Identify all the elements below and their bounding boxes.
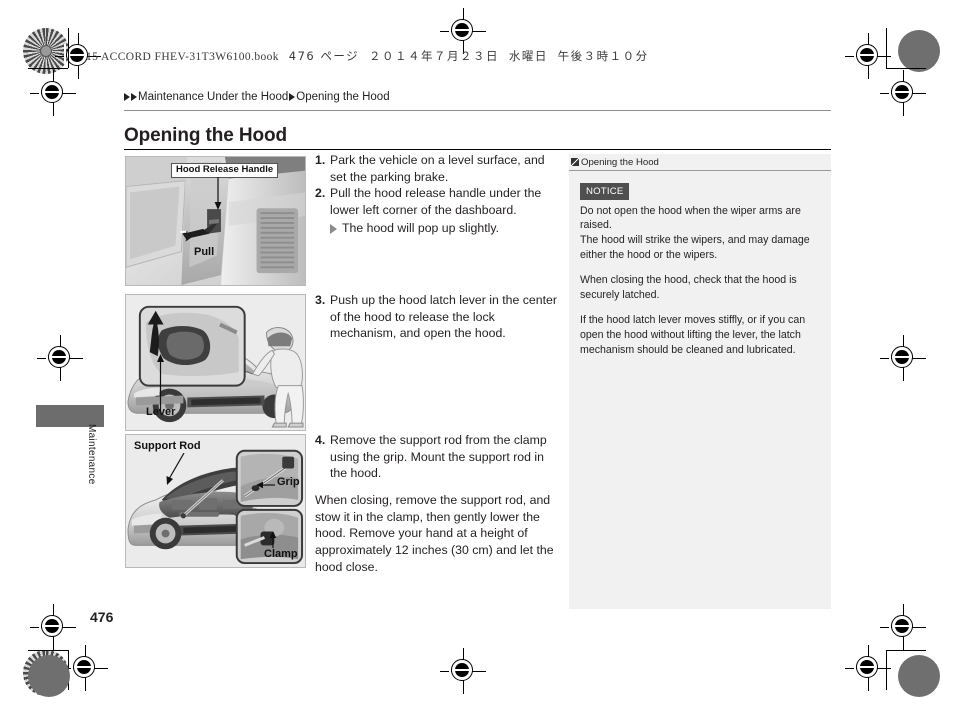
side-paragraph-3: When closing the hood, check that the ho… xyxy=(580,274,797,301)
step-4: 4. Remove the support rod from the clamp… xyxy=(315,432,559,482)
registration-mark-top-right-lower xyxy=(880,70,926,116)
side-paragraph-4: If the hood latch lever moves stiffly, o… xyxy=(580,314,806,356)
figure-1-pointer-arrow xyxy=(214,177,222,210)
step-2: 2. Pull the hood release handle under th… xyxy=(315,185,559,236)
breadcrumb-arrow-icon-3 xyxy=(289,93,296,101)
figure-2-pointer-arrow xyxy=(157,354,164,411)
side-spacer-1 xyxy=(580,262,820,273)
slug-time: 午後３時１０分 xyxy=(557,49,649,63)
side-paragraph-1: Do not open the hood when the wiper arms… xyxy=(580,204,801,232)
step-1-text: Park the vehicle on a level surface, and… xyxy=(330,153,545,184)
breadcrumb-level-2: Opening the Hood xyxy=(296,91,390,103)
step-2-subnote-text: The hood will pop up slightly. xyxy=(342,220,499,235)
page-number: 476 xyxy=(90,609,114,625)
registration-dot-top-right xyxy=(898,30,940,72)
step-3-number: 3. xyxy=(315,293,326,307)
registration-mark-bottom-left-upper xyxy=(30,604,76,650)
registration-starburst-top-left xyxy=(23,28,69,74)
step-4-number: 4. xyxy=(315,433,326,447)
instruction-steps: 1. Park the vehicle on a level surface, … xyxy=(315,152,559,574)
registration-mark-right-middle xyxy=(880,335,926,381)
figure-1-caption-handle: Hood Release Handle xyxy=(171,163,279,178)
registration-mark-top-right-inner xyxy=(845,33,891,79)
breadcrumb-level-1: Maintenance Under the Hood xyxy=(138,91,289,103)
slug-book-name: 15 ACCORD FHEV-31T3W6100.book xyxy=(86,51,279,63)
side-spacer-2 xyxy=(580,302,820,313)
crop-line-bottom-right-v xyxy=(886,650,887,690)
registration-mark-bottom-right-upper xyxy=(880,604,926,650)
side-panel-header: Opening the Hood xyxy=(569,154,831,171)
figure-3-label-grip: Grip xyxy=(277,476,300,488)
step-2-subnote: The hood will pop up slightly. xyxy=(330,220,559,237)
breadcrumb: Maintenance Under the Hood Opening the H… xyxy=(124,91,390,103)
registration-dot-bottom-left-outer xyxy=(28,655,70,697)
figure-3-label-clamp: Clamp xyxy=(264,548,298,560)
slug-page-label: 476 ページ xyxy=(288,49,360,63)
figure-support-rod: Support Rod Grip Clamp xyxy=(125,434,306,568)
step-2-text: Pull the hood release handle under the l… xyxy=(330,186,542,218)
closing-paragraph: When closing, remove the support rod, an… xyxy=(315,493,554,574)
registration-mark-bottom-left-inner xyxy=(62,645,108,691)
step-3: 3. Push up the hood latch lever in the c… xyxy=(315,292,559,342)
breadcrumb-arrow-icon-2 xyxy=(131,93,137,101)
crop-line-bottom-right-h xyxy=(886,650,926,651)
step-1-number: 1. xyxy=(315,153,326,167)
crop-line-top-right-v xyxy=(886,28,887,68)
slug-date: ２０１４年７月２３日 xyxy=(369,49,499,63)
side-panel-header-text: Opening the Hood xyxy=(581,156,659,168)
side-paragraph-2: The hood will strike the wipers, and may… xyxy=(580,233,810,261)
figure-hood-latch-lever: Lever xyxy=(125,294,306,431)
figure-3-caption-support-rod: Support Rod xyxy=(134,440,201,452)
figure-3-pointer-arrow-support-rod xyxy=(166,453,185,485)
step-3-text: Push up the hood latch lever in the cent… xyxy=(330,293,557,341)
figure-3-pointer-arrow-grip xyxy=(256,481,275,489)
side-panel-body: NOTICE Do not open the hood when the wip… xyxy=(569,171,831,357)
figure-hood-release-handle: Hood Release Handle Pull xyxy=(125,156,306,286)
notice-badge: NOTICE xyxy=(580,183,630,200)
step-2-number: 2. xyxy=(315,186,326,201)
page-title: Opening the Hood xyxy=(124,125,288,146)
figure-3-pointer-arrow-clamp xyxy=(269,531,277,548)
title-divider xyxy=(124,149,831,150)
breadcrumb-divider xyxy=(124,110,831,111)
side-panel-marker-icon xyxy=(571,158,579,166)
registration-mark-bottom-right-inner xyxy=(845,645,891,691)
chapter-thumb-label: Maintenance xyxy=(86,424,97,485)
registration-mark-top-left-lower xyxy=(30,70,76,116)
print-slug: 15 ACCORD FHEV-31T3W6100.book 476 ページ ２０… xyxy=(86,48,649,64)
step-4-text: Remove the support rod from the clamp us… xyxy=(330,433,547,481)
breadcrumb-arrow-icon-1 xyxy=(124,93,130,101)
slug-weekday: 水曜日 xyxy=(508,49,548,63)
step-1: 1. Park the vehicle on a level surface, … xyxy=(315,152,559,185)
sub-bullet-triangle-icon xyxy=(330,223,337,234)
figure-2-caption-lever: Lever xyxy=(146,406,176,418)
registration-mark-bottom-center xyxy=(440,648,486,694)
figure-1-action-label-pull: Pull xyxy=(194,246,215,258)
registration-mark-left-middle xyxy=(37,335,83,381)
registration-dot-bottom-right xyxy=(898,655,940,697)
side-notice-panel: Opening the Hood NOTICE Do not open the … xyxy=(569,154,831,609)
